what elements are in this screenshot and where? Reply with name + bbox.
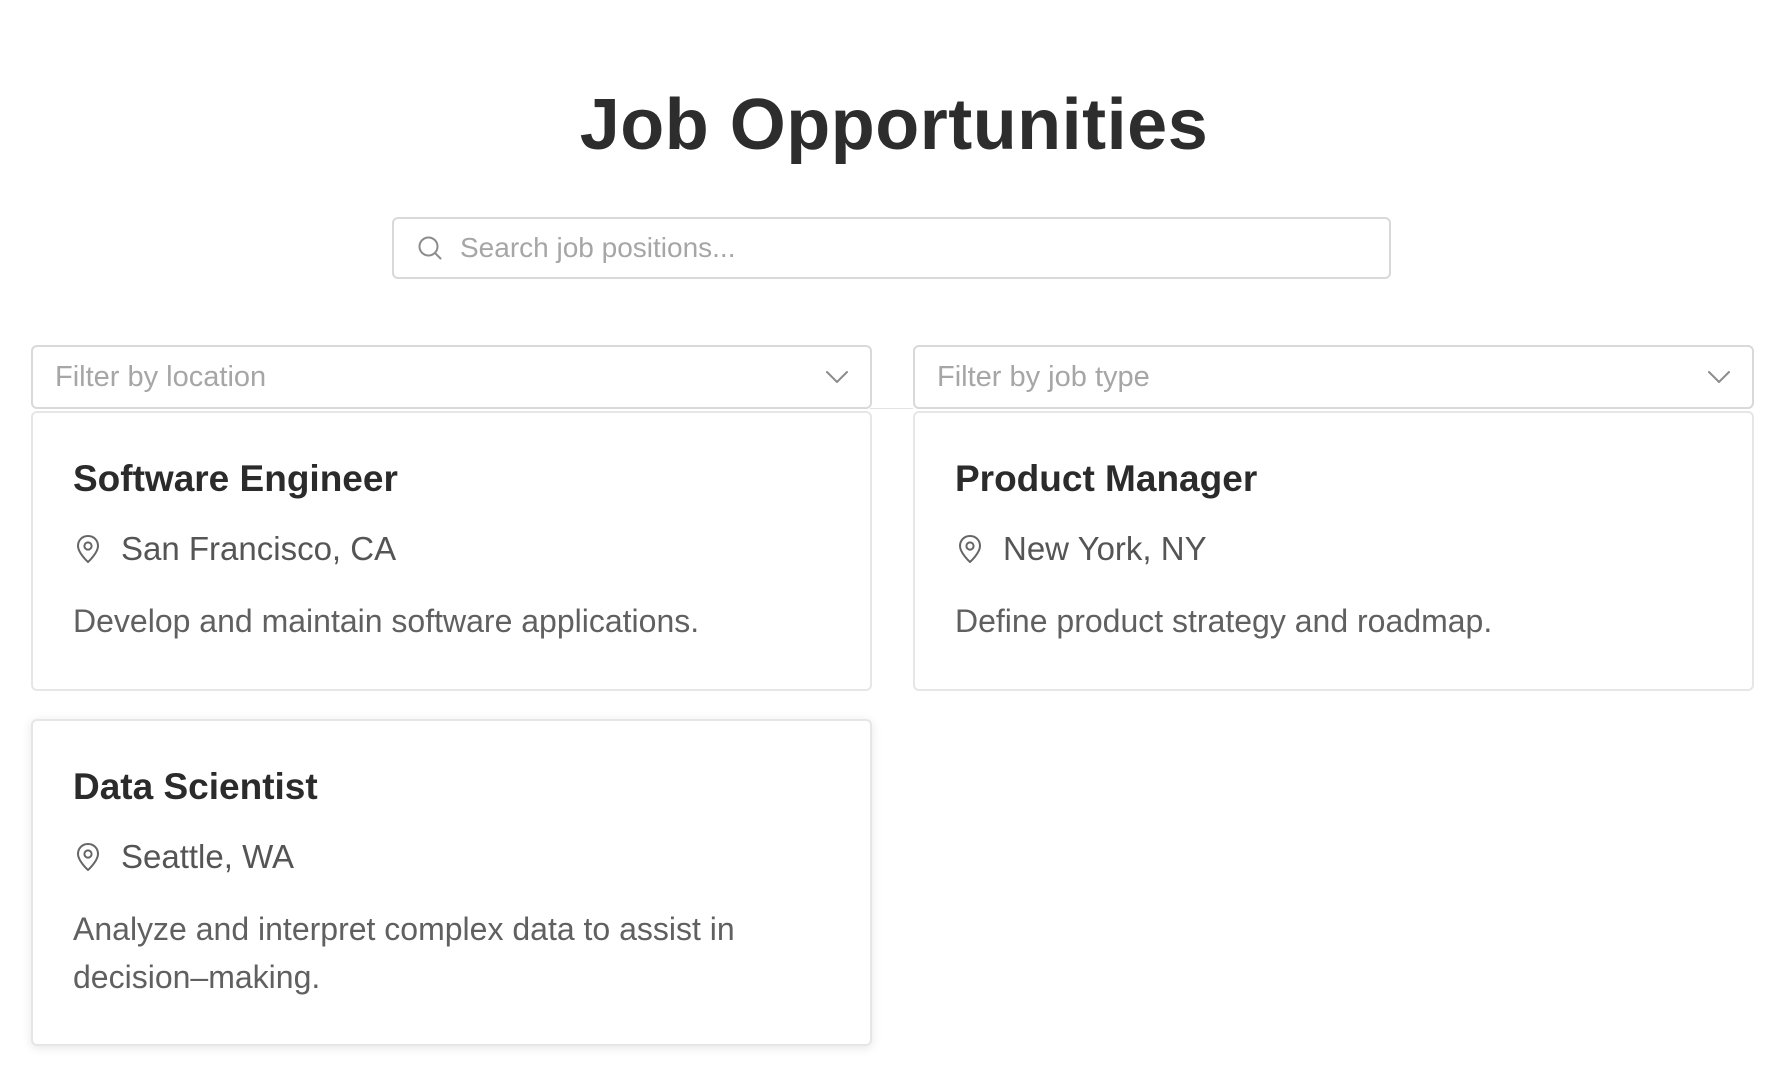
job-location: San Francisco, CA [73,527,830,571]
location-text: San Francisco, CA [121,530,397,567]
location-filter-placeholder: Filter by location [55,360,267,393]
job-card[interactable]: Data Scientist Seattle, WA Analyze and i… [31,719,872,1046]
job-card[interactable]: Product Manager New York, NY Define prod… [913,411,1754,691]
search-input[interactable] [460,219,1389,277]
job-type-filter-select[interactable]: Filter by job type [913,345,1754,409]
job-description: Define product strategy and roadmap. [955,603,1493,639]
location-filter-select[interactable]: Filter by location [31,345,872,409]
chevron-down-icon [1706,364,1732,390]
job-description: Develop and maintain software applicatio… [73,603,700,639]
job-title[interactable]: Data Scientist [73,765,830,809]
job-description: Analyze and interpret complex data to as… [73,911,735,995]
job-title[interactable]: Product Manager [955,457,1712,501]
job-location: Seattle, WA [73,835,830,879]
filter-divider [870,408,913,409]
job-type-filter-placeholder: Filter by job type [937,360,1150,393]
search-box[interactable] [392,217,1391,279]
chevron-down-icon [824,364,850,390]
location-pin-icon [73,533,103,565]
job-title[interactable]: Software Engineer [73,457,830,501]
location-text: New York, NY [1003,530,1207,567]
page-title: Job Opportunities [579,85,1209,165]
location-pin-icon [955,533,985,565]
job-board-page: Job Opportunities Filter by location Fil… [0,0,1788,1084]
search-icon [416,234,444,262]
job-card[interactable]: Software Engineer San Francisco, CA Deve… [31,411,872,691]
job-location: New York, NY [955,527,1712,571]
location-pin-icon [73,841,103,873]
location-text: Seattle, WA [121,838,295,875]
